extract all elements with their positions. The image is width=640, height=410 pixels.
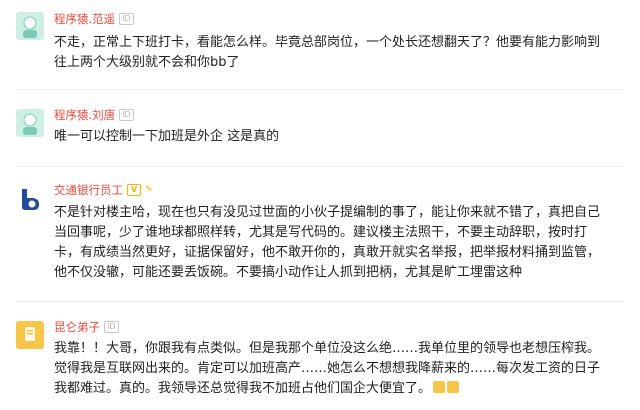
comment-line: 不是针对楼主哈，现在也只有没见过世面的小伙子提编制的事了，能让你来就不错了，真把… [54,205,601,220]
comment-line-text: 我都难过。真的。我领导还总觉得我不加班占他们国企大便宜了。 [54,381,432,396]
bank-logo-avatar[interactable] [16,185,44,213]
comment-line: 我都难过。真的。我领导还总觉得我不加班占他们国企大便宜了。 [54,379,626,399]
comment-text: 唯一可以控制一下加班是外企 这是真的 [54,127,626,147]
username-text[interactable]: 昆仑弟子 [54,319,100,335]
divider [16,166,624,167]
username-text[interactable]: 程序猿.范遥 [54,11,115,27]
comment-line: 当回事呢，少了谁地球都照样转，尤其是写代码的。建议楼主法照干，不要主动辞职，按时… [54,225,588,240]
username[interactable]: 昆仑弟子 ID [54,319,119,335]
edit-icon: ✎ [145,185,153,195]
avatar[interactable] [16,12,44,40]
username-text[interactable]: 程序猿.刘唐 [54,107,115,123]
comment-text: 不是针对楼主哈，现在也只有没见过世面的小伙子提编制的事了，能让你来就不错了，真把… [54,203,626,283]
divider [16,89,624,90]
comment-line: 我靠！！大哥，你跟我有点类似。但是我那个单位没这么绝……我单位里的领导也老想压榨… [54,341,601,356]
username[interactable]: 程序猿.刘唐 ID [54,107,134,123]
avatar[interactable] [16,321,44,349]
comment-text: 不走，正常上下班打卡，看能怎么样。毕竟总部岗位，一个处长还想翻天了？他要有能力影… [54,33,626,73]
emoji-icon [447,381,460,393]
comment-line: 不走，正常上下班打卡，看能怎么样。毕竟总部岗位，一个处长还想翻天了？他要有能力影… [54,35,601,50]
verified-badge: V [127,184,142,196]
avatar[interactable] [16,109,44,137]
comment-line: 卡，有成绩当然更好，证据保留好，他不敢开你的，真敢开就实名举报，把举报材料捅到监… [54,245,601,260]
comment-text: 我靠！！大哥，你跟我有点类似。但是我那个单位没这么绝……我单位里的领导也老想压榨… [54,339,626,399]
comment-line: 往上两个大级别就不会和你bb了 [54,55,240,70]
emoji-icon [433,381,446,393]
divider [16,301,624,302]
username[interactable]: 程序猿.范遥 ID [54,11,134,27]
username[interactable]: 交通银行员工 V ✎ [54,182,153,198]
id-badge: ID [104,321,119,333]
comment-line: 觉得我是互联网出来的。肯定可以加班高产……她怎么不想想我降薪来的……每次发工资的… [54,361,601,376]
comment-line: 他不仅没辙，可能还要丢饭碗。不要搞小动作让人抓到把柄，尤其是旷工埋雷这种 [54,265,523,280]
comment-line: 唯一可以控制一下加班是外企 这是真的 [54,129,280,144]
id-badge: ID [119,109,134,121]
id-badge: ID [119,13,134,25]
username-text[interactable]: 交通银行员工 [54,182,123,198]
